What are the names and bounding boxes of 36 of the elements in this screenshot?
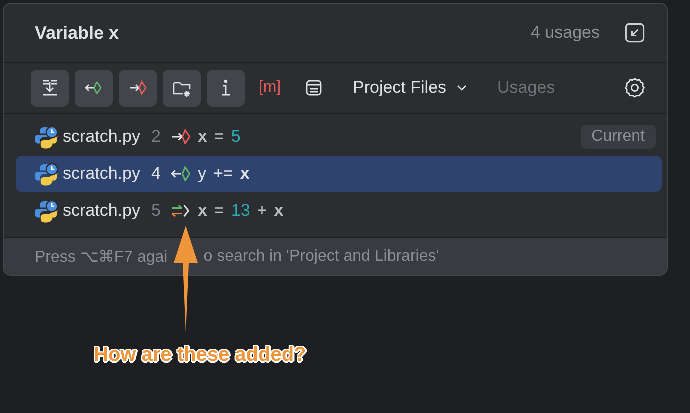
collapse-icon[interactable] xyxy=(624,22,646,44)
settings-icon[interactable] xyxy=(624,77,646,99)
list-icon xyxy=(304,78,324,98)
usage-row[interactable]: scratch.py 5 x = 13 + x xyxy=(16,193,662,229)
file-name: scratch.py xyxy=(63,164,140,184)
line-number: 4 xyxy=(151,164,161,184)
popup-title: Variable x xyxy=(35,22,120,44)
python-file-icon xyxy=(34,162,59,186)
folder-toggle[interactable] xyxy=(163,70,201,106)
code-line: x = 5 xyxy=(198,127,241,147)
footer-hint: o search in 'Project and Libraries' xyxy=(204,248,440,266)
write-access-icon xyxy=(170,126,192,148)
code-line: x = 13 + x xyxy=(198,201,284,221)
file-name: scratch.py xyxy=(63,201,140,221)
write-toggle[interactable] xyxy=(119,70,157,106)
python-file-icon xyxy=(34,124,59,150)
read-toggle[interactable] xyxy=(75,70,113,106)
usage-row[interactable]: scratch.py 2 x = 5 Current xyxy=(16,119,662,155)
info-toggle[interactable] xyxy=(207,70,245,106)
code-line: y += x xyxy=(198,164,250,184)
usage-row[interactable]: scratch.py 4 y += x xyxy=(16,156,662,192)
file-name: scratch.py xyxy=(63,127,140,147)
scope-dropdown[interactable]: Project Files xyxy=(353,78,468,98)
current-tag: Current xyxy=(580,125,656,149)
merge-toggle[interactable] xyxy=(31,70,69,106)
usage-count: 4 usages xyxy=(531,23,600,43)
merge-lines-icon xyxy=(40,78,60,98)
line-number: 2 xyxy=(151,127,161,147)
python-file-icon xyxy=(34,198,59,224)
line-number: 5 xyxy=(151,201,161,221)
toggle-button[interactable]: [m] xyxy=(251,70,289,106)
write-arrow-icon xyxy=(128,78,148,98)
usages-label: Usages xyxy=(498,78,556,98)
annotation-text: How are these added? xyxy=(94,344,306,367)
footer-hint: Press ⌥⌘F7 agai xyxy=(35,248,168,266)
read-access-icon xyxy=(170,163,192,185)
